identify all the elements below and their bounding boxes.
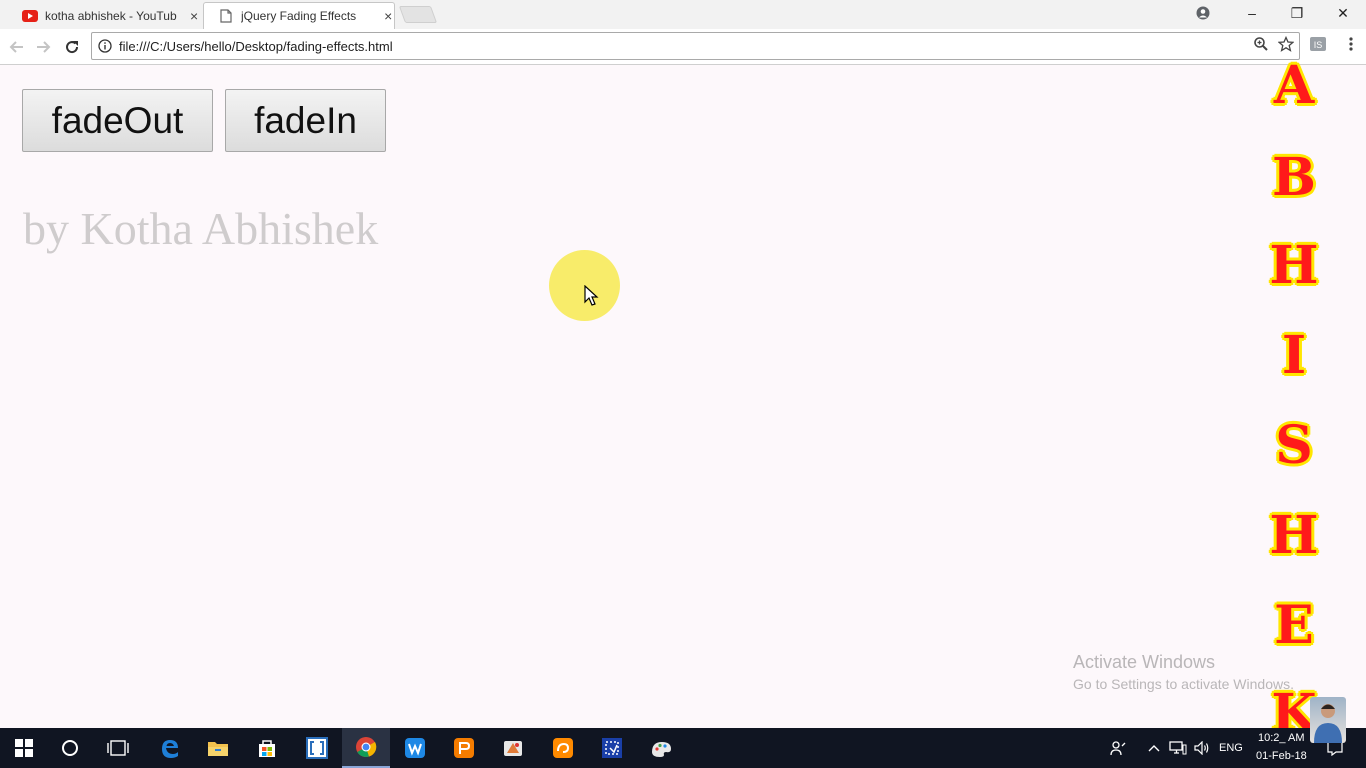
overlay-letter: H <box>1269 235 1319 296</box>
maximize-button[interactable]: ❐ <box>1274 0 1320 26</box>
uc-browser-icon[interactable] <box>539 728 587 768</box>
new-tab-button[interactable] <box>398 6 438 23</box>
overlay-letter: I <box>1281 325 1307 386</box>
edge-icon[interactable] <box>146 728 194 768</box>
people-icon[interactable] <box>1109 740 1127 756</box>
forward-button[interactable] <box>31 35 55 59</box>
overlay-letter: B <box>1272 147 1316 208</box>
youtube-icon <box>22 8 38 24</box>
overlay-letter: A <box>1273 55 1315 116</box>
presenter-avatar <box>1310 697 1346 743</box>
taskbar: ENG 10:2_ AM 01-Feb-18 <box>0 728 1366 768</box>
reload-icon <box>66 41 79 54</box>
tab-strip: kotha abhishek - YouTub × jQuery Fading … <box>0 0 1366 29</box>
store-icon[interactable] <box>243 728 291 768</box>
overlay-letter: E <box>1274 595 1314 656</box>
fade-in-button[interactable]: fadeIn <box>225 89 386 152</box>
activation-title: Activate Windows <box>1073 652 1216 672</box>
browser-toolbar: file:///C:/Users/hello/Desktop/fading-ef… <box>0 29 1366 65</box>
extension-icon[interactable]: IS <box>1309 35 1327 53</box>
clock-date[interactable]: 01-Feb-18 <box>1256 750 1307 762</box>
snipping-icon[interactable] <box>588 728 636 768</box>
forward-arrow-icon <box>37 41 51 53</box>
tab-title: jQuery Fading Effects <box>241 9 357 23</box>
clock-time[interactable]: 10:2_ AM <box>1258 732 1304 744</box>
file-explorer-icon[interactable] <box>194 728 242 768</box>
profile-icon[interactable] <box>1180 0 1226 26</box>
screen: kotha abhishek - YouTub × jQuery Fading … <box>0 0 1366 768</box>
tab-title: kotha abhishek - YouTub <box>45 8 177 23</box>
overlay-letter: H <box>1269 505 1319 566</box>
wps-presentation-icon[interactable] <box>440 728 488 768</box>
cortana-icon[interactable] <box>46 728 94 768</box>
close-window-button[interactable]: ✕ <box>1320 0 1366 26</box>
tab-youtube[interactable]: kotha abhishek - YouTub × <box>8 2 200 29</box>
task-view-icon[interactable] <box>94 728 142 768</box>
mouse-pointer-icon <box>584 285 599 306</box>
url-text[interactable]: file:///C:/Users/hello/Desktop/fading-ef… <box>119 39 393 54</box>
chevron-up-icon[interactable] <box>1145 740 1163 756</box>
volume-icon[interactable] <box>1193 740 1211 756</box>
page-icon <box>218 8 234 24</box>
overlay-letter: S <box>1275 415 1313 476</box>
tab-jquery-fading-effects[interactable]: jQuery Fading Effects × <box>203 2 395 29</box>
byline-text: by Kotha Abhishek <box>23 203 379 254</box>
chrome-icon[interactable] <box>342 728 390 768</box>
paint-icon[interactable] <box>637 728 685 768</box>
page-content: fadeOut fadeIn by Kotha Abhishek Activat… <box>0 66 1366 728</box>
address-bar[interactable]: file:///C:/Users/hello/Desktop/fading-ef… <box>91 32 1300 60</box>
close-icon[interactable]: × <box>188 8 200 24</box>
back-button[interactable] <box>5 35 29 59</box>
bookmark-star-icon[interactable] <box>1277 35 1295 53</box>
close-icon[interactable]: × <box>382 8 394 24</box>
svg-text:IS: IS <box>1314 40 1323 50</box>
menu-kebab-icon[interactable] <box>1342 35 1360 53</box>
network-icon[interactable] <box>1169 740 1187 756</box>
zoom-icon[interactable] <box>1252 35 1270 53</box>
fade-out-button[interactable]: fadeOut <box>22 89 213 152</box>
info-icon[interactable] <box>98 39 112 53</box>
brackets-icon[interactable] <box>293 728 341 768</box>
minimize-button[interactable]: – <box>1229 0 1275 26</box>
reload-button[interactable] <box>60 35 84 59</box>
language-indicator[interactable]: ENG <box>1219 742 1243 754</box>
start-icon[interactable] <box>0 728 48 768</box>
app-icon[interactable] <box>489 728 537 768</box>
back-arrow-icon <box>9 41 23 53</box>
wps-writer-icon[interactable] <box>391 728 439 768</box>
